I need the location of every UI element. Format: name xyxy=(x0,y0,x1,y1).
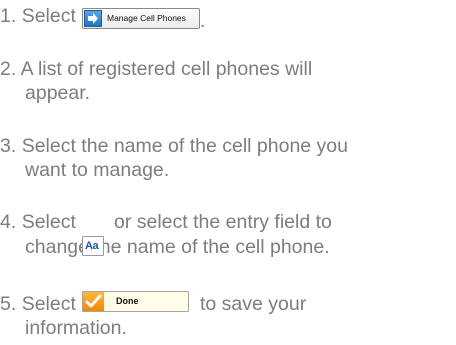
step-5-select-text: Select xyxy=(21,293,76,315)
step-4-line-1-start: 4. Select xyxy=(0,210,76,234)
step-5-line-1-end: to save your xyxy=(200,293,307,315)
step-4-number: 4. xyxy=(0,211,17,233)
step-2-number: 2. xyxy=(0,58,17,80)
step-2-line-2: appear. xyxy=(25,82,91,104)
step-1-period: . xyxy=(200,10,206,32)
arrow-right-icon xyxy=(84,10,102,27)
step-1-number: 1. xyxy=(0,5,17,27)
manage-cell-phones-label: Manage Cell Phones xyxy=(107,13,186,23)
manage-cell-phones-button[interactable]: Manage Cell Phones xyxy=(82,8,200,29)
step-4-line-1-end: or select the entry field to xyxy=(114,211,332,233)
step-3: 3. Select the name of the cell phone you… xyxy=(0,134,450,184)
check-icon xyxy=(83,292,104,311)
step-5-line-1-start: 5. Select xyxy=(0,292,76,316)
step-3-line-2: want to manage. xyxy=(25,159,170,181)
step-4: 4. Select or select the entry field to c… xyxy=(0,210,450,260)
step-3-number: 3. xyxy=(0,135,17,157)
step-4-select-text: Select xyxy=(21,211,76,233)
step-1: 1. Select Manage Cell Phones . xyxy=(0,4,450,34)
step-5-number: 5. xyxy=(0,293,17,315)
edit-name-button[interactable]: Aa xyxy=(82,236,104,256)
step-3-line-1: 3. Select the name of the cell phone you xyxy=(0,134,348,158)
done-button[interactable]: Done xyxy=(82,291,189,312)
text-edit-icon: Aa xyxy=(85,240,99,252)
done-label: Done xyxy=(116,296,139,306)
step-5-line-2: information. xyxy=(25,317,127,339)
step-5: 5. Select to save your information. xyxy=(0,292,450,342)
step-1-line-1: 1. Select xyxy=(0,4,76,28)
step-3-text-line-1: Select the name of the cell phone you xyxy=(21,135,348,157)
step-2-text-line-1: A list of registered cell phones will xyxy=(20,58,313,80)
step-2-line-1: 2. A list of registered cell phones will xyxy=(0,57,312,81)
instruction-steps: 1. Select Manage Cell Phones . 2. A list… xyxy=(0,0,456,345)
step-2: 2. A list of registered cell phones will… xyxy=(0,57,450,107)
step-4-line-2: change the name of the cell phone. xyxy=(25,236,330,258)
step-1-text: Select xyxy=(21,5,76,27)
